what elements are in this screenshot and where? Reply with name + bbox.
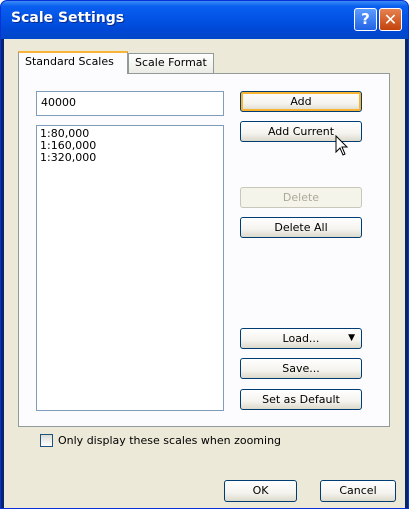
tab-scale-format[interactable]: Scale Format <box>128 53 214 73</box>
add-button[interactable]: Add <box>240 91 362 112</box>
load-button[interactable]: Load... ▼ <box>240 328 362 349</box>
title-bar[interactable]: Scale Settings ? ✕ <box>1 1 408 39</box>
set-as-default-button[interactable]: Set as Default <box>240 389 362 410</box>
only-display-checkbox[interactable] <box>40 434 53 447</box>
help-button[interactable]: ? <box>354 8 377 31</box>
delete-all-button[interactable]: Delete All <box>240 217 362 238</box>
close-button[interactable]: ✕ <box>379 8 402 31</box>
cancel-button[interactable]: Cancel <box>320 480 396 502</box>
scale-settings-window: Scale Settings ? ✕ Standard Scales Scale… <box>0 0 409 509</box>
mouse-cursor-icon <box>335 135 349 156</box>
ok-button[interactable]: OK <box>224 480 297 502</box>
tab-standard-scales[interactable]: Standard Scales <box>18 51 128 74</box>
scale-list[interactable]: 1:80,000 1:160,000 1:320,000 <box>36 125 224 411</box>
load-button-label: Load... <box>282 332 320 345</box>
dialog-body: Standard Scales Scale Format 40000 1:80,… <box>4 39 405 508</box>
dropdown-caret-icon: ▼ <box>348 333 355 343</box>
window-title: Scale Settings <box>11 10 125 26</box>
list-item[interactable]: 1:320,000 <box>40 152 220 164</box>
save-button[interactable]: Save... <box>240 358 362 379</box>
only-display-label: Only display these scales when zooming <box>58 434 282 447</box>
delete-button[interactable]: Delete <box>240 187 362 208</box>
scale-input[interactable]: 40000 <box>36 91 224 116</box>
standard-scales-panel: 40000 1:80,000 1:160,000 1:320,000 Add A… <box>18 73 390 427</box>
